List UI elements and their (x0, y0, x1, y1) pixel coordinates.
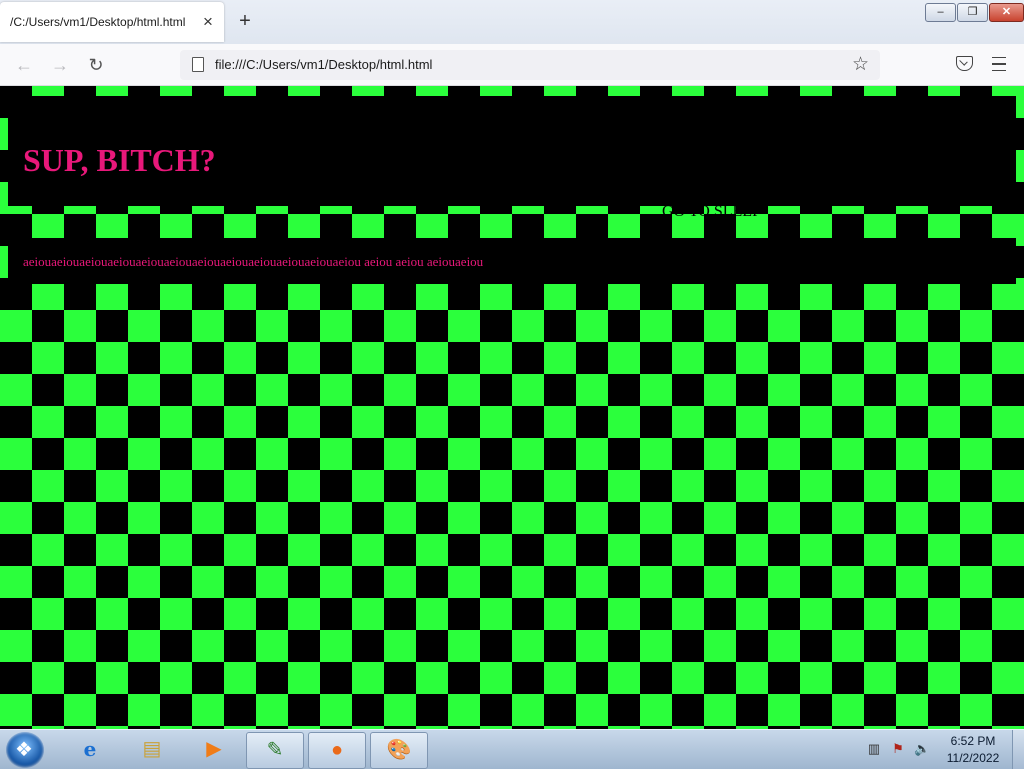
paint-icon[interactable]: 🎨 (370, 732, 428, 769)
clock-date[interactable]: 11/2/2022 (940, 751, 1006, 765)
media-player-icon[interactable]: ▶ (186, 732, 242, 767)
bookmark-star-icon[interactable]: ☆ (852, 53, 869, 76)
volume-icon[interactable]: 🔈 (914, 741, 930, 757)
network-icon[interactable]: ▥ (866, 741, 882, 757)
header-box: SUP, BITCH? (8, 96, 1016, 206)
tab-title: /C:/Users/vm1/Desktop/html.html (10, 15, 186, 29)
page-viewport: SUP, BITCH? GO TO SLEEP aeiouaeiouaeioua… (0, 86, 1024, 729)
windows-explorer-icon[interactable]: ▤ (124, 732, 180, 767)
internet-explorer-icon[interactable]: e (62, 732, 118, 767)
mouse-cursor-icon (186, 122, 200, 140)
new-tab-button[interactable]: + (234, 10, 256, 32)
page-heading: SUP, BITCH? (23, 142, 216, 178)
close-tab-icon[interactable]: × (198, 10, 218, 34)
url-text: file:///C:/Users/vm1/Desktop/html.html (215, 57, 433, 72)
browser-titlebar: /C:/Users/vm1/Desktop/html.html × + – ❐ … (0, 0, 1024, 44)
action-center-flag-icon[interactable]: ⚑ (890, 741, 906, 757)
vowel-box: aeiouaeiouaeiouaeiouaeiouaeiouaeiouaeiou… (8, 238, 1016, 284)
vowel-text: aeiouaeiouaeiouaeiouaeiouaeiouaeiouaeiou… (23, 254, 484, 269)
hamburger-menu-icon[interactable] (992, 57, 1006, 71)
show-desktop-button[interactable] (1012, 730, 1024, 769)
maximize-button[interactable]: ❐ (957, 3, 988, 22)
page-icon (192, 57, 204, 72)
close-window-button[interactable]: ✕ (989, 3, 1024, 22)
back-button[interactable]: ← (11, 52, 37, 78)
clock-time[interactable]: 6:52 PM (940, 734, 1006, 748)
browser-tab[interactable]: /C:/Users/vm1/Desktop/html.html × (0, 2, 224, 42)
notepad-icon[interactable]: ✎ (246, 732, 304, 769)
reload-button[interactable]: ↻ (83, 52, 109, 78)
pocket-icon[interactable] (956, 56, 973, 71)
sleep-text: GO TO SLEEP (662, 203, 761, 220)
forward-button[interactable]: → (47, 52, 73, 78)
browser-navbar: ← → ↻ file:///C:/Users/vm1/Desktop/html.… (0, 44, 1024, 86)
start-button[interactable] (6, 732, 44, 768)
minimize-button[interactable]: – (925, 3, 956, 22)
taskbar: e ▤ ▶ ✎ ● 🎨 ▥ ⚑ 🔈 6:52 PM 11/2/2022 (0, 729, 1024, 769)
address-bar[interactable]: file:///C:/Users/vm1/Desktop/html.html ☆ (180, 50, 880, 80)
firefox-icon[interactable]: ● (308, 732, 366, 769)
